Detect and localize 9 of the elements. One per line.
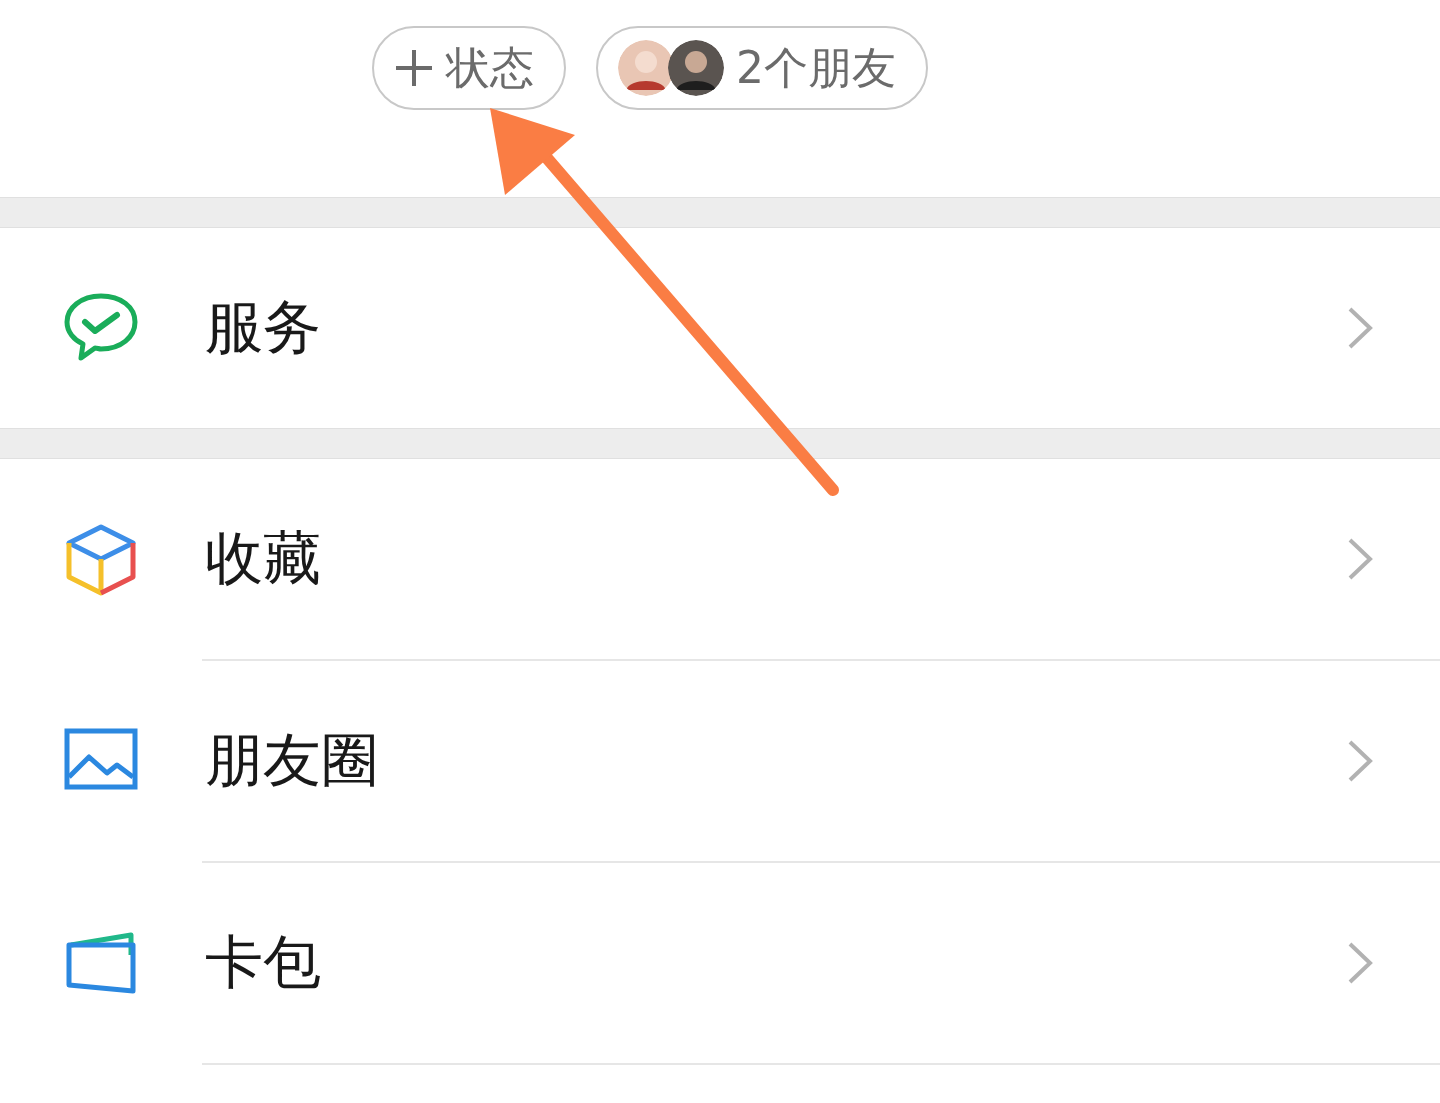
menu-item-label[interactable]: 朋友圈 <box>205 722 1346 800</box>
menu-item-label[interactable]: 服务 <box>205 289 1346 367</box>
friends-button[interactable]: 2个朋友 <box>596 26 928 110</box>
menu-item-label[interactable]: 收藏 <box>205 520 1346 598</box>
plus-icon <box>394 48 434 88</box>
status-button[interactable]: 状态 <box>372 26 566 110</box>
avatar <box>618 40 674 96</box>
menu-item-label[interactable]: 卡包 <box>205 924 1346 1002</box>
avatar <box>668 40 724 96</box>
